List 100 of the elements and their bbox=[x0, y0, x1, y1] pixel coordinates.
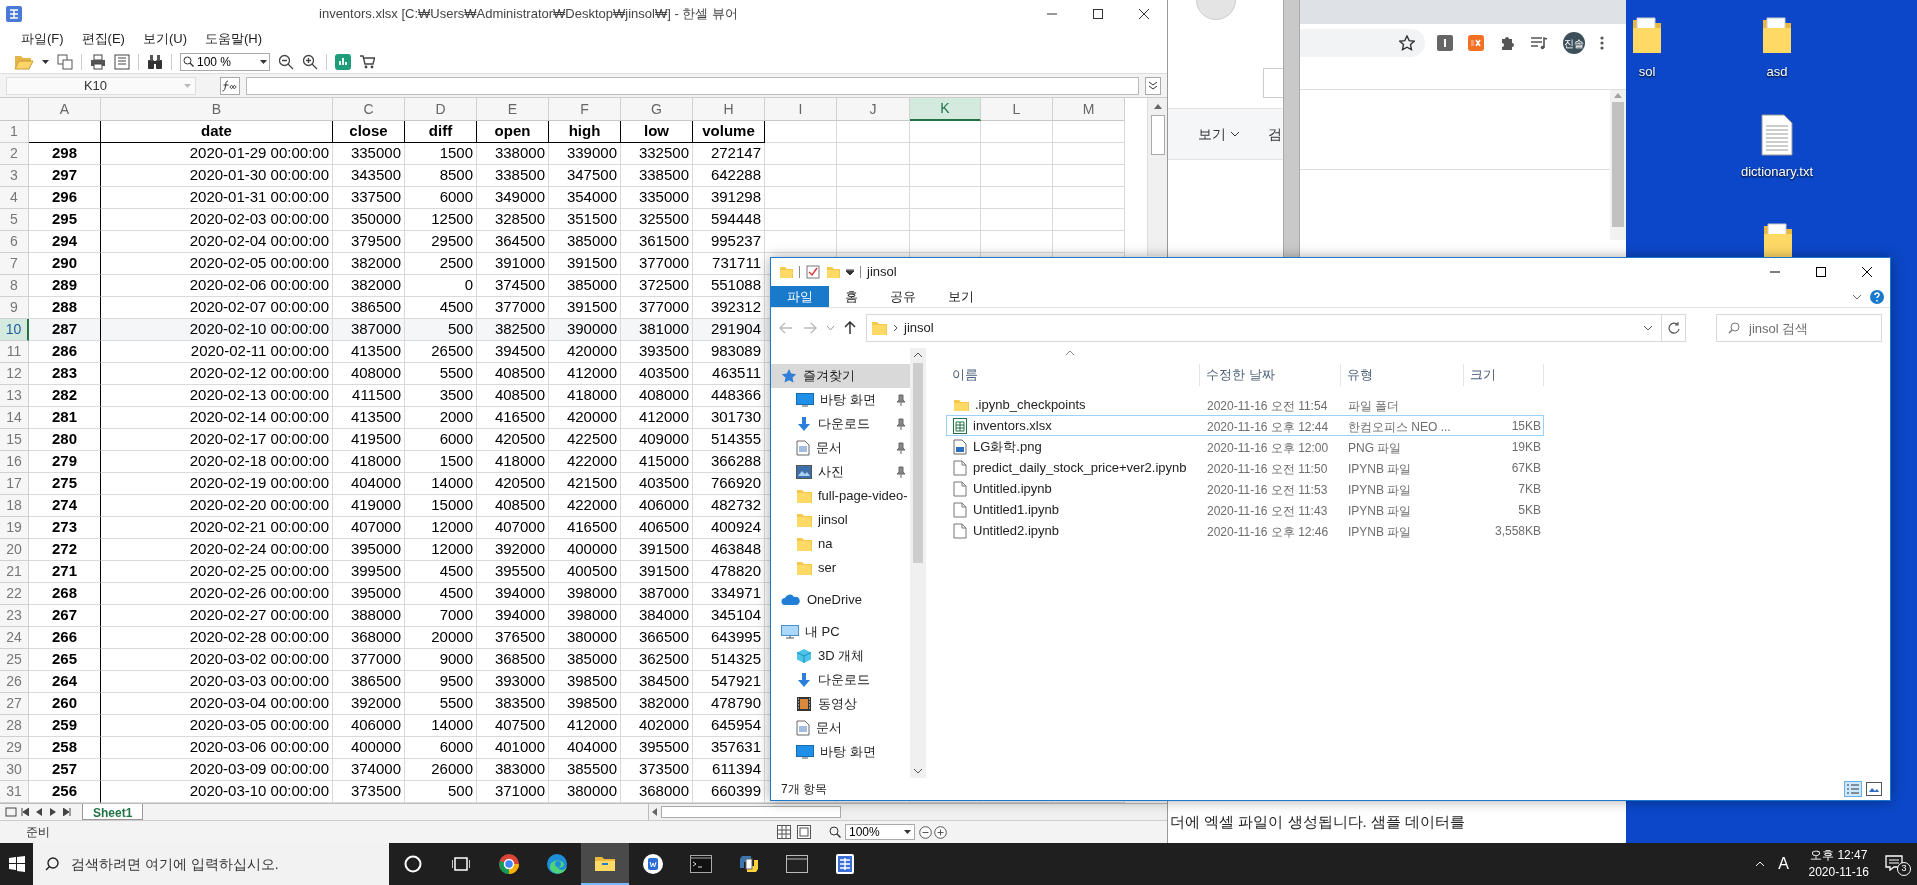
menu-item[interactable]: 편집(E) bbox=[72, 29, 134, 49]
menu-item[interactable]: 도움말(H) bbox=[196, 29, 272, 49]
column-header[interactable]: J bbox=[837, 98, 910, 121]
column-header[interactable]: E bbox=[477, 98, 549, 121]
nav-item[interactable]: 문서 bbox=[771, 436, 910, 460]
more-icon[interactable] bbox=[1600, 35, 1604, 51]
nav-item[interactable]: na bbox=[771, 532, 910, 556]
zoom-dropdown[interactable]: 100% bbox=[845, 824, 915, 840]
zoom-out-icon[interactable] bbox=[919, 825, 932, 839]
file-name[interactable]: inventors.xlsx bbox=[973, 415, 1052, 436]
task-view-icon[interactable] bbox=[452, 856, 470, 872]
wave-icon[interactable] bbox=[546, 853, 568, 875]
row-header[interactable]: 11 bbox=[0, 341, 29, 363]
column-header[interactable]: M bbox=[1053, 98, 1125, 121]
address-bar[interactable]: jinsol bbox=[866, 314, 1662, 342]
spreadsheet-app-icon[interactable] bbox=[834, 853, 856, 875]
browser-icon[interactable] bbox=[498, 853, 520, 875]
nav-item[interactable]: jinsol bbox=[771, 508, 910, 532]
scrollbar-thumb[interactable] bbox=[1150, 115, 1165, 155]
nav-item[interactable]: ser bbox=[771, 556, 910, 580]
snake-app-icon[interactable] bbox=[738, 853, 760, 875]
column-header[interactable]: K bbox=[910, 98, 981, 121]
row-header[interactable]: 8 bbox=[0, 275, 29, 297]
row-header[interactable]: 6 bbox=[0, 231, 29, 253]
menu-item[interactable]: 보기(U) bbox=[133, 29, 196, 49]
scrollbar-thumb[interactable] bbox=[913, 363, 923, 563]
help-icon[interactable] bbox=[1870, 289, 1884, 304]
file-name[interactable]: Untitled.ipynb bbox=[973, 478, 1052, 499]
row-header[interactable]: 1 bbox=[0, 121, 29, 143]
nav-item[interactable]: 바탕 화면 bbox=[771, 740, 910, 764]
print-preview-icon[interactable] bbox=[114, 53, 130, 70]
caret-down-icon[interactable] bbox=[42, 59, 49, 64]
scrollbar[interactable] bbox=[910, 348, 926, 778]
file-name[interactable]: .ipynb_checkpoints bbox=[975, 394, 1086, 415]
row-header[interactable]: 13 bbox=[0, 385, 29, 407]
formula-input[interactable] bbox=[246, 76, 1139, 95]
file-row[interactable]: Untitled1.ipynb 2020-11-16 오전 11:43 IPYNB 파일 5KB bbox=[946, 499, 1544, 520]
file-row[interactable]: inventors.xlsx 2020-11-16 오후 12:44 한컴오피스 NEO ... 15KB bbox=[946, 415, 1544, 436]
nav-item[interactable]: 즐겨찾기 bbox=[771, 364, 910, 388]
row-header[interactable]: 12 bbox=[0, 363, 29, 385]
file-name[interactable]: Untitled2.ipynb bbox=[973, 520, 1059, 541]
normal-view-icon[interactable] bbox=[777, 825, 791, 839]
file-name[interactable]: LG화학.png bbox=[973, 436, 1042, 457]
nav-item[interactable]: 문서 bbox=[771, 716, 910, 740]
file-row[interactable]: Untitled2.ipynb 2020-11-16 오후 12:46 IPYNB 파일 3,558KB bbox=[946, 520, 1544, 541]
notification-icon[interactable] bbox=[1885, 855, 1903, 871]
nav-item[interactable]: 사진 bbox=[771, 460, 910, 484]
address-bar[interactable] bbox=[1300, 29, 1425, 57]
caret-down-icon[interactable] bbox=[846, 269, 854, 275]
row-header[interactable]: 4 bbox=[0, 187, 29, 209]
chevron-down-icon[interactable] bbox=[1145, 76, 1161, 95]
nav-item[interactable]: 다운로드 bbox=[771, 412, 910, 436]
menu-item[interactable]: 파일(F) bbox=[12, 29, 73, 49]
nav-item[interactable]: 동영상 bbox=[771, 692, 910, 716]
avatar-button[interactable]: 진솔 bbox=[1563, 32, 1585, 54]
nav-item[interactable]: 바탕 화면 bbox=[771, 388, 910, 412]
input-method-indicator[interactable]: A bbox=[1774, 852, 1793, 876]
row-header[interactable]: 7 bbox=[0, 253, 29, 275]
column-header[interactable]: B bbox=[101, 98, 333, 121]
row-header[interactable]: 15 bbox=[0, 429, 29, 451]
column-header[interactable]: D bbox=[405, 98, 477, 121]
chevron-up-icon[interactable] bbox=[1754, 861, 1765, 867]
sheet-tab[interactable]: Sheet1 bbox=[82, 804, 144, 820]
zoom-in-icon[interactable] bbox=[934, 825, 947, 839]
row-header[interactable]: 30 bbox=[0, 759, 29, 781]
file-row[interactable]: predict_daily_stock_price+ver2.ipynb 2020-11-16 오전 11:50 IPYNB 파일 67KB bbox=[946, 457, 1544, 478]
row-header[interactable]: 16 bbox=[0, 451, 29, 473]
row-header[interactable]: 5 bbox=[0, 209, 29, 231]
desktop-icon-label[interactable]: asd bbox=[1766, 62, 1788, 82]
ribbon-tab[interactable]: 공유 bbox=[874, 286, 932, 307]
row-header[interactable]: 29 bbox=[0, 737, 29, 759]
ribbon-tab[interactable]: 홈 bbox=[829, 286, 874, 307]
circle-icon[interactable] bbox=[404, 855, 422, 873]
printer-icon[interactable] bbox=[90, 53, 106, 70]
row-header[interactable]: 24 bbox=[0, 627, 29, 649]
view-menu[interactable]: 보기 bbox=[1198, 123, 1240, 145]
zoom-dropdown[interactable]: 100 % bbox=[180, 52, 270, 71]
desktop-icon-label[interactable]: dictionary.txt bbox=[1741, 162, 1813, 182]
row-header[interactable]: 19 bbox=[0, 517, 29, 539]
row-header[interactable]: 28 bbox=[0, 715, 29, 737]
column-header[interactable]: H bbox=[693, 98, 765, 121]
terminal-icon[interactable] bbox=[690, 855, 712, 873]
zoom-in-icon[interactable] bbox=[302, 53, 318, 70]
binoculars-icon[interactable] bbox=[147, 53, 163, 70]
row-header[interactable]: 9 bbox=[0, 297, 29, 319]
scrollbar-thumb[interactable] bbox=[1612, 102, 1624, 227]
column-header[interactable]: A bbox=[29, 98, 101, 121]
row-header[interactable]: 2 bbox=[0, 143, 29, 165]
up-arrow-icon[interactable] bbox=[844, 321, 856, 335]
column-header[interactable]: 이름 bbox=[952, 365, 978, 385]
window-icon[interactable] bbox=[786, 855, 808, 873]
refresh-button[interactable] bbox=[1662, 314, 1686, 342]
nav-item[interactable]: 다운로드 bbox=[771, 668, 910, 692]
folder-icon[interactable] bbox=[594, 854, 616, 872]
function-icon[interactable] bbox=[220, 76, 240, 95]
column-header[interactable]: F bbox=[549, 98, 621, 121]
row-header[interactable]: 10 bbox=[0, 319, 29, 341]
name-box[interactable]: K10 bbox=[6, 76, 196, 95]
puzzle-icon[interactable] bbox=[1499, 35, 1515, 51]
sort-caret-icon[interactable] bbox=[1066, 350, 1074, 355]
